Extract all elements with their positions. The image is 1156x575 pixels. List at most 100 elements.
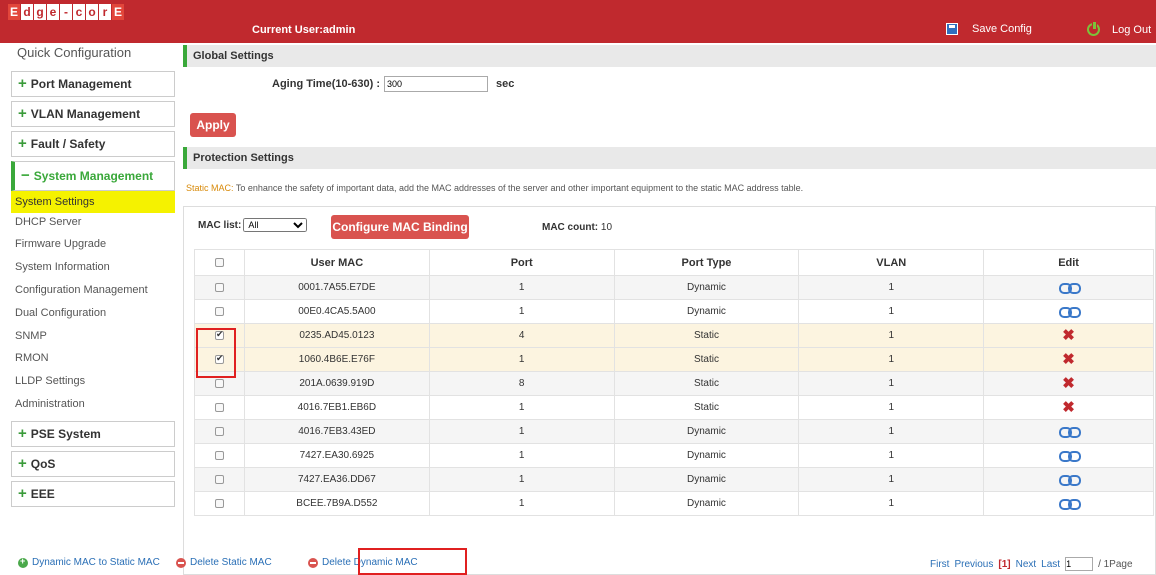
aging-time-unit: sec [496, 78, 515, 90]
row-select-cell [194, 419, 245, 444]
row-checkbox[interactable] [214, 450, 224, 460]
edit-cell [983, 467, 1154, 492]
row-checkbox[interactable] [214, 353, 224, 364]
edit-cell [983, 299, 1154, 324]
edgecore-logo: Edge-corE [8, 4, 124, 20]
delete-dynamic-mac-button[interactable]: Delete Dynamic MAC [308, 557, 418, 568]
mac-count: MAC count: 10 [542, 222, 612, 233]
power-icon [1087, 21, 1100, 36]
row-checkbox[interactable] [214, 378, 224, 388]
column-header-port[interactable]: Port [428, 249, 615, 276]
logo-letter: - [60, 4, 72, 20]
row-select-cell [194, 395, 245, 420]
previous-page-link[interactable]: Previous [954, 559, 993, 570]
table-row[interactable]: 7427.EA36.DD67 1 Dynamic 1 [194, 467, 1154, 492]
sidebar-item-system-settings[interactable]: System Settings [11, 191, 175, 213]
apply-button[interactable]: Apply [190, 113, 236, 137]
first-page-link[interactable]: First [930, 559, 949, 570]
page-number-input[interactable] [1065, 557, 1094, 571]
user-mac-cell: 1060.4B6E.E76F [243, 347, 430, 372]
row-checkbox[interactable] [214, 474, 224, 484]
sidebar-item-lldp-settings[interactable]: LLDP Settings [11, 370, 175, 392]
edit-cell [983, 443, 1154, 468]
sidebar-item-configuration-management[interactable]: Configuration Management [11, 279, 175, 301]
last-page-link[interactable]: Last [1041, 559, 1060, 570]
delete-icon[interactable]: ✖ [1062, 328, 1075, 343]
sidebar-group-label: QoS [30, 457, 56, 471]
sidebar-group-vlan-management[interactable]: + VLAN Management [11, 101, 175, 127]
mac-list-select[interactable]: All [243, 218, 308, 232]
table-row[interactable]: 4016.7EB3.43ED 1 Dynamic 1 [194, 419, 1154, 444]
plus-icon: + [18, 105, 27, 122]
table-row[interactable]: 1060.4B6E.E76F1Static1✖ [194, 347, 1154, 372]
table-row[interactable]: 201A.0639.919D 8 Static 1 ✖ [194, 371, 1154, 396]
total-pages: / 1Page [1098, 558, 1133, 570]
protection-settings-header: Protection Settings [183, 147, 1156, 169]
aging-time-input[interactable] [384, 76, 488, 92]
user-mac-cell: 0001.7A55.E7DE [243, 275, 430, 300]
save-config-button[interactable]: Save Config [946, 23, 1032, 35]
edit-cell [983, 419, 1154, 444]
table-row[interactable]: 0235.AD45.01234Static1 ✖ [194, 323, 1154, 348]
remove-icon [308, 557, 318, 568]
link-icon[interactable] [1058, 474, 1081, 487]
sidebar-group-qos[interactable]: + QoS [11, 451, 175, 477]
sidebar-group-pse-system[interactable]: + PSE System [11, 421, 175, 447]
current-page: [1] [998, 558, 1011, 570]
link-icon[interactable] [1058, 306, 1081, 319]
column-header-vlan[interactable]: VLAN [798, 249, 985, 276]
delete-static-mac-button[interactable]: Delete Static MAC [176, 557, 272, 568]
link-icon[interactable] [1058, 450, 1081, 463]
remove-icon [176, 557, 186, 568]
sidebar-item-dual-configuration[interactable]: Dual Configuration [11, 302, 175, 324]
sidebar-item-quick-configuration[interactable]: Quick Configuration [17, 45, 131, 60]
logo-letter: E [112, 4, 124, 20]
table-row[interactable]: 7427.EA30.6925 1 Dynamic 1 [194, 443, 1154, 468]
sidebar-group-fault-safety[interactable]: + Fault / Safety [11, 131, 175, 157]
dynamic-to-static-button[interactable]: Dynamic MAC to Static MAC [18, 556, 160, 568]
row-checkbox[interactable] [214, 402, 224, 412]
row-checkbox[interactable] [214, 282, 224, 292]
table-row[interactable]: 0001.7A55.E7DE 1 Dynamic 1 [194, 275, 1154, 300]
row-checkbox[interactable] [214, 329, 224, 340]
link-icon[interactable] [1058, 426, 1081, 439]
port-type-cell: Dynamic [613, 443, 800, 468]
vlan-cell: 1 [798, 491, 985, 516]
next-page-link[interactable]: Next [1016, 559, 1037, 570]
table-row[interactable]: BCEE.7B9A.D552 1 Dynamic 1 [194, 491, 1154, 516]
plus-icon: + [18, 425, 27, 442]
sidebar-group-eee[interactable]: + EEE [11, 481, 175, 507]
link-icon[interactable] [1058, 282, 1081, 295]
delete-icon[interactable]: ✖ [1062, 400, 1075, 415]
table-row[interactable]: 00E0.4CA5.5A00 1 Dynamic 1 [194, 299, 1154, 324]
column-header-user-mac[interactable]: User MAC [243, 249, 430, 276]
row-checkbox[interactable] [214, 498, 224, 508]
sidebar-item-firmware-upgrade[interactable]: Firmware Upgrade [11, 233, 175, 255]
link-icon[interactable] [1058, 498, 1081, 511]
row-checkbox[interactable] [214, 306, 224, 316]
configure-mac-binding-button[interactable]: Configure MAC Binding [331, 215, 469, 239]
row-checkbox[interactable] [214, 426, 224, 436]
port-type-cell: Static [613, 395, 800, 420]
aging-time-row: Aging Time(10-630) : sec [272, 76, 514, 92]
sidebar-group-port-management[interactable]: + Port Management [11, 71, 175, 97]
log-out-button[interactable]: Log Out [1087, 21, 1151, 36]
sidebar-item-dhcp-server[interactable]: DHCP Server [11, 211, 175, 233]
delete-icon[interactable]: ✖ [1062, 376, 1075, 391]
select-all-checkbox[interactable] [214, 258, 224, 268]
port-type-cell: Dynamic [613, 467, 800, 492]
sidebar-item-snmp[interactable]: SNMP [11, 325, 175, 347]
row-select-cell [194, 323, 245, 348]
table-row[interactable]: 4016.7EB1.EB6D 1 Static 1 ✖ [194, 395, 1154, 420]
sidebar-item-administration[interactable]: Administration [11, 393, 175, 415]
edit-cell: ✖ [983, 371, 1154, 396]
logo-letter: g [34, 4, 46, 20]
port-cell: 1 [428, 347, 615, 372]
sidebar-item-system-information[interactable]: System Information [11, 256, 175, 278]
delete-icon[interactable]: ✖ [1062, 352, 1075, 367]
sidebar-group-system-management[interactable]: − System Management [11, 161, 175, 191]
column-header-port-type[interactable]: Port Type [613, 249, 800, 276]
static-mac-note: Static MAC: To enhance the safety of imp… [186, 183, 803, 193]
port-type-cell: Static [613, 347, 800, 372]
sidebar-item-rmon[interactable]: RMON [11, 347, 175, 369]
